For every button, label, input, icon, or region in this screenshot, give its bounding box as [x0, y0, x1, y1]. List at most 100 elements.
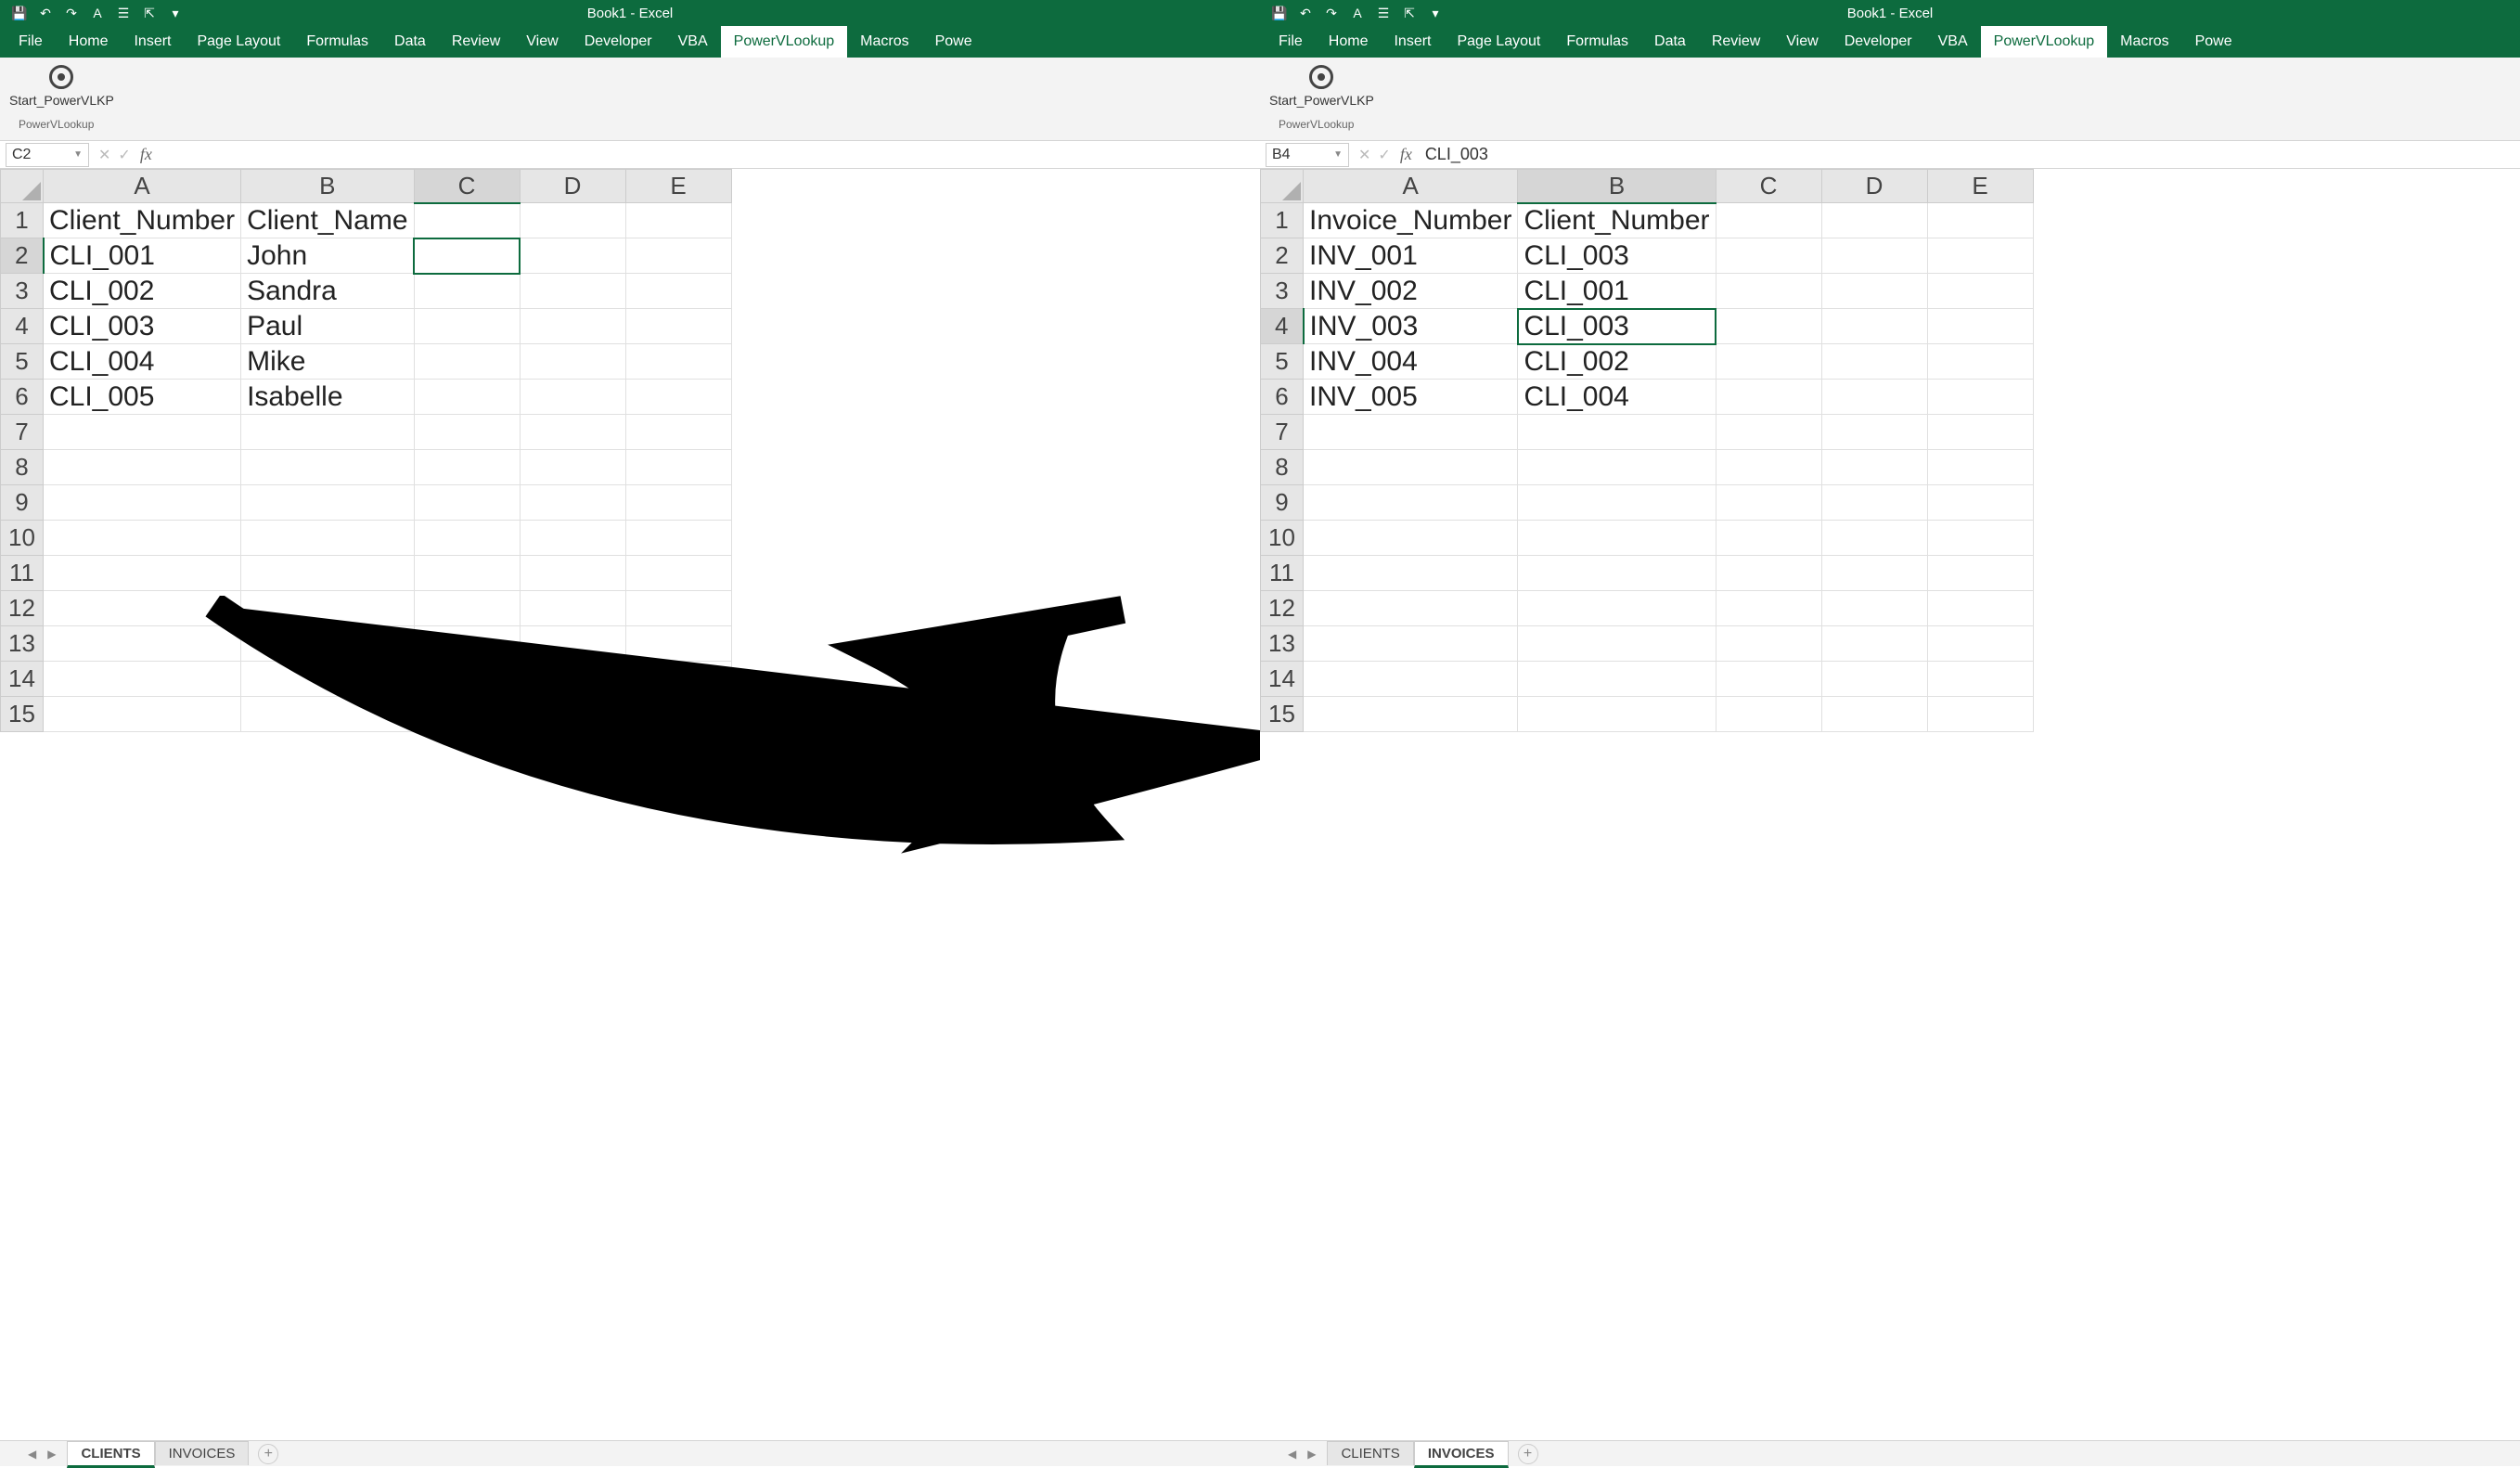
cell-D6[interactable]: [520, 380, 625, 415]
ribbon-tab-home[interactable]: Home: [1316, 26, 1382, 58]
cell-E3[interactable]: [1927, 274, 2033, 309]
cell-D4[interactable]: [1821, 309, 1927, 344]
ribbon-tab-developer[interactable]: Developer: [1832, 26, 1925, 58]
column-header-C[interactable]: C: [414, 170, 520, 203]
cell-E1[interactable]: [1927, 203, 2033, 238]
cell-E6[interactable]: [625, 380, 731, 415]
ribbon-tab-powe[interactable]: Powe: [2182, 26, 2245, 58]
cell-D7[interactable]: [1821, 415, 1927, 450]
tab-nav-prev[interactable]: ◀: [28, 1448, 36, 1461]
start-powervlkp-button[interactable]: Start_PowerVLKP: [1269, 65, 1374, 108]
cell-E13[interactable]: [1927, 626, 2033, 662]
column-header-B[interactable]: B: [1518, 170, 1716, 203]
cell-E2[interactable]: [1927, 238, 2033, 274]
ribbon-tab-powervlookup[interactable]: PowerVLookup: [1981, 26, 2108, 58]
cell-C13[interactable]: [414, 626, 520, 662]
cell-C10[interactable]: [414, 521, 520, 556]
row-header-3[interactable]: 3: [1, 274, 44, 309]
cell-C1[interactable]: [414, 203, 520, 238]
cell-A9[interactable]: [1304, 485, 1518, 521]
cancel-icon[interactable]: ✕: [98, 146, 110, 164]
name-box[interactable]: C2 ▼: [6, 143, 89, 167]
row-header-10[interactable]: 10: [1261, 521, 1304, 556]
save-icon[interactable]: 💾: [1271, 5, 1288, 21]
cell-E11[interactable]: [625, 556, 731, 591]
cell-E11[interactable]: [1927, 556, 2033, 591]
ribbon-tab-home[interactable]: Home: [56, 26, 122, 58]
row-header-12[interactable]: 12: [1, 591, 44, 626]
ribbon-tab-page-layout[interactable]: Page Layout: [184, 26, 293, 58]
cell-D9[interactable]: [1821, 485, 1927, 521]
row-header-15[interactable]: 15: [1261, 697, 1304, 732]
column-header-D[interactable]: D: [520, 170, 625, 203]
cell-C1[interactable]: [1716, 203, 1821, 238]
add-sheet-button[interactable]: +: [1518, 1444, 1538, 1464]
cell-D15[interactable]: [520, 697, 625, 732]
sheet-tab-clients[interactable]: CLIENTS: [67, 1441, 154, 1468]
row-header-4[interactable]: 4: [1261, 309, 1304, 344]
ribbon-tab-view[interactable]: View: [1773, 26, 1831, 58]
cell-C9[interactable]: [414, 485, 520, 521]
cell-A14[interactable]: [1304, 662, 1518, 697]
cell-C12[interactable]: [1716, 591, 1821, 626]
cell-E15[interactable]: [1927, 697, 2033, 732]
font-icon[interactable]: A: [1349, 5, 1366, 21]
ribbon-tab-review[interactable]: Review: [439, 26, 513, 58]
cell-B9[interactable]: [241, 485, 414, 521]
cell-A10[interactable]: [1304, 521, 1518, 556]
cell-E12[interactable]: [625, 591, 731, 626]
ribbon-tab-page-layout[interactable]: Page Layout: [1444, 26, 1553, 58]
cell-B3[interactable]: CLI_001: [1518, 274, 1716, 309]
cell-E14[interactable]: [625, 662, 731, 697]
cell-C12[interactable]: [414, 591, 520, 626]
cell-A2[interactable]: INV_001: [1304, 238, 1518, 274]
cell-C8[interactable]: [1716, 450, 1821, 485]
cell-A6[interactable]: CLI_005: [44, 380, 241, 415]
cell-A11[interactable]: [44, 556, 241, 591]
cell-B7[interactable]: [241, 415, 414, 450]
cell-B14[interactable]: [1518, 662, 1716, 697]
row-header-2[interactable]: 2: [1, 238, 44, 274]
sheet-tab-clients[interactable]: CLIENTS: [1327, 1441, 1413, 1465]
cell-C6[interactable]: [414, 380, 520, 415]
cell-D10[interactable]: [520, 521, 625, 556]
cell-D1[interactable]: [1821, 203, 1927, 238]
cell-A3[interactable]: CLI_002: [44, 274, 241, 309]
column-header-E[interactable]: E: [1927, 170, 2033, 203]
cell-C7[interactable]: [1716, 415, 1821, 450]
ribbon-tab-file[interactable]: File: [1266, 26, 1316, 58]
cell-A10[interactable]: [44, 521, 241, 556]
cell-C2[interactable]: [414, 238, 520, 274]
cell-B11[interactable]: [1518, 556, 1716, 591]
more-icon[interactable]: ▾: [167, 5, 184, 21]
row-header-8[interactable]: 8: [1261, 450, 1304, 485]
row-header-6[interactable]: 6: [1261, 380, 1304, 415]
row-header-9[interactable]: 9: [1261, 485, 1304, 521]
row-header-6[interactable]: 6: [1, 380, 44, 415]
cell-D14[interactable]: [520, 662, 625, 697]
cell-E9[interactable]: [1927, 485, 2033, 521]
cell-D11[interactable]: [520, 556, 625, 591]
cell-C13[interactable]: [1716, 626, 1821, 662]
cell-C6[interactable]: [1716, 380, 1821, 415]
cell-B8[interactable]: [241, 450, 414, 485]
font-icon[interactable]: A: [89, 5, 106, 21]
cell-B13[interactable]: [1518, 626, 1716, 662]
ribbon-tab-data[interactable]: Data: [381, 26, 439, 58]
cell-E10[interactable]: [1927, 521, 2033, 556]
fx-icon[interactable]: fx: [1400, 145, 1412, 164]
start-powervlkp-button[interactable]: Start_PowerVLKP: [9, 65, 114, 108]
sheet-tab-invoices[interactable]: INVOICES: [1414, 1441, 1509, 1468]
cell-B9[interactable]: [1518, 485, 1716, 521]
touch-icon[interactable]: ☰: [115, 5, 132, 21]
row-header-14[interactable]: 14: [1, 662, 44, 697]
cell-A4[interactable]: CLI_003: [44, 309, 241, 344]
cell-A12[interactable]: [44, 591, 241, 626]
cell-E14[interactable]: [1927, 662, 2033, 697]
cell-D15[interactable]: [1821, 697, 1927, 732]
cell-D3[interactable]: [520, 274, 625, 309]
ribbon-tab-macros[interactable]: Macros: [2107, 26, 2181, 58]
cell-B6[interactable]: Isabelle: [241, 380, 414, 415]
row-header-4[interactable]: 4: [1, 309, 44, 344]
cell-D8[interactable]: [520, 450, 625, 485]
